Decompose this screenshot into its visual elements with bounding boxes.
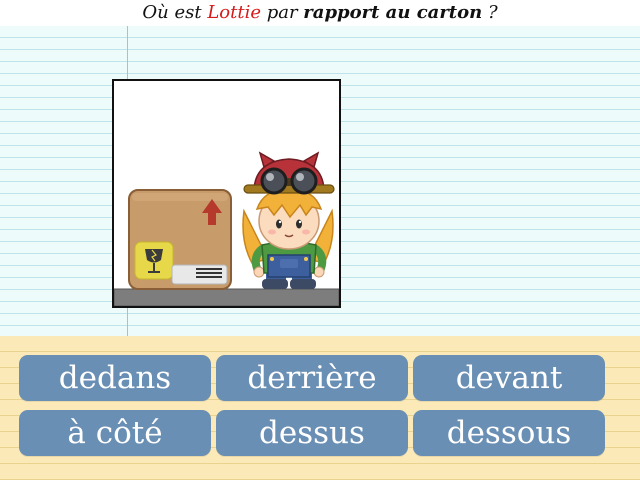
answer-button-dedans[interactable]: dedans (19, 355, 211, 401)
scene-illustration (114, 151, 339, 306)
question-character-name: Lottie (207, 2, 261, 23)
answer-button-dessous[interactable]: dessous (413, 410, 605, 456)
scene-frame (112, 79, 341, 308)
answer-button-devant[interactable]: devant (413, 355, 605, 401)
lottie-character (242, 151, 335, 289)
question-object: rapport au carton (303, 2, 483, 23)
question-text: Où est Lottie par rapport au carton ? (0, 0, 640, 26)
shipping-label (171, 264, 228, 285)
question-part-3: ? (482, 2, 498, 23)
answer-button-dessus[interactable]: dessus (216, 410, 408, 456)
answer-button-a-cote[interactable]: à côté (19, 410, 211, 456)
floor (114, 288, 339, 306)
question-part-1: Où est (142, 2, 208, 23)
cardboard-box (128, 189, 232, 290)
answer-button-derriere[interactable]: derrière (216, 355, 408, 401)
question-part-2: par (260, 2, 304, 23)
